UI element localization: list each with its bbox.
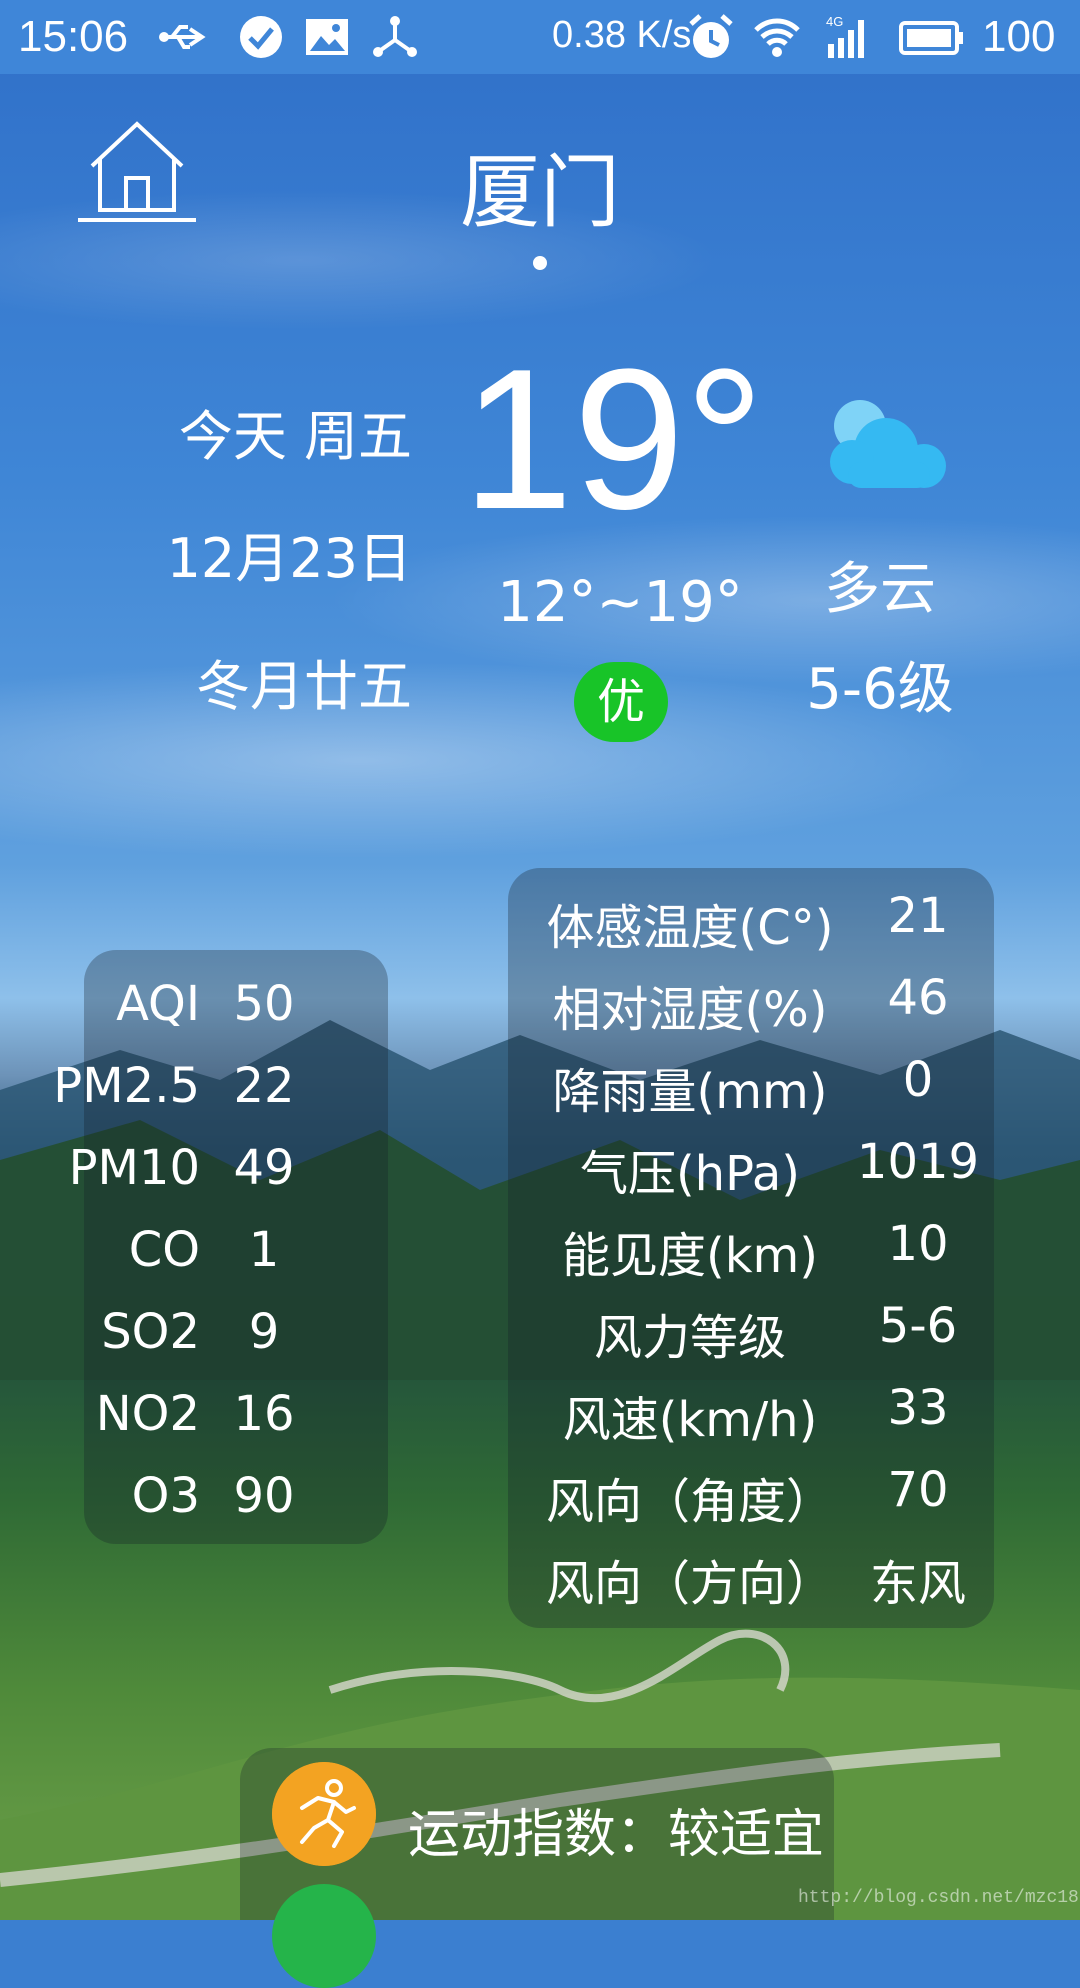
pm10-label: PM10 bbox=[68, 1140, 200, 1196]
no2-label: NO2 bbox=[95, 1386, 200, 1442]
o3-value: 90 bbox=[233, 1468, 295, 1524]
wind-angle-label: 风向（角度） bbox=[545, 1474, 834, 1530]
status-time: 15:06 bbox=[18, 12, 129, 61]
aqi-label: AQI bbox=[116, 976, 200, 1032]
aqi-value: 50 bbox=[233, 976, 295, 1032]
weather-condition: 多云 bbox=[824, 557, 936, 622]
page-indicator-dot bbox=[533, 256, 547, 270]
co-value: 1 bbox=[248, 1222, 280, 1278]
city-name[interactable]: 厦门 bbox=[400, 128, 680, 244]
network-type-label: 4G bbox=[826, 14, 843, 29]
visibility-value: 10 bbox=[887, 1216, 949, 1272]
pressure-value: 1019 bbox=[856, 1134, 980, 1190]
battery-icon bbox=[899, 21, 963, 55]
wind-level: 5-6级 bbox=[806, 657, 954, 722]
network-speed: 0.38 K/s bbox=[552, 14, 692, 56]
air-quality-badge: 优 bbox=[574, 662, 668, 742]
feels-like-value: 21 bbox=[887, 888, 949, 944]
sport-index-text[interactable]: 运动指数：较适宜 bbox=[408, 1792, 824, 1867]
current-temperature: 19° bbox=[462, 328, 765, 551]
alarm-clock-icon bbox=[689, 14, 733, 58]
life-index-icon bbox=[272, 1884, 376, 1988]
so2-value: 9 bbox=[248, 1304, 280, 1360]
feels-like-label: 体感温度(C°) bbox=[546, 900, 834, 956]
home-icon[interactable] bbox=[78, 120, 196, 224]
wind-force-label: 风力等级 bbox=[593, 1310, 786, 1366]
pm25-label: PM2.5 bbox=[53, 1058, 200, 1114]
usb-icon bbox=[159, 25, 206, 49]
wind-direction-value: 东风 bbox=[869, 1556, 966, 1612]
pm25-value: 22 bbox=[233, 1058, 295, 1114]
cloud-icon bbox=[830, 400, 946, 488]
wind-speed-label: 风速(km/h) bbox=[562, 1392, 818, 1448]
rainfall-value: 0 bbox=[902, 1052, 934, 1108]
lunar-date: 冬月廿五 bbox=[196, 655, 412, 718]
running-person-icon bbox=[272, 1762, 376, 1866]
wifi-icon bbox=[754, 18, 800, 57]
share-hub-icon bbox=[373, 16, 417, 57]
date-label: 12月23日 bbox=[166, 527, 412, 590]
battery-percent: 100 bbox=[982, 12, 1056, 61]
wind-speed-value: 33 bbox=[887, 1380, 949, 1436]
pressure-label: 气压(hPa) bbox=[579, 1146, 801, 1202]
today-weekday: 今天 周五 bbox=[178, 405, 412, 468]
check-circle-icon bbox=[240, 16, 282, 58]
humidity-value: 46 bbox=[887, 970, 949, 1026]
status-bar: 15:06 0.38 K/s 4G 100 bbox=[0, 0, 1080, 74]
so2-label: SO2 bbox=[101, 1304, 200, 1360]
rainfall-label: 降雨量(mm) bbox=[552, 1064, 828, 1120]
pm10-value: 49 bbox=[233, 1140, 295, 1196]
wind-direction-label: 风向（方向） bbox=[545, 1556, 834, 1612]
o3-label: O3 bbox=[131, 1468, 200, 1524]
visibility-label: 能见度(km) bbox=[561, 1228, 818, 1284]
humidity-label: 相对湿度(%) bbox=[552, 982, 828, 1038]
no2-value: 16 bbox=[233, 1386, 295, 1442]
wind-force-value: 5-6 bbox=[878, 1298, 958, 1354]
cell-signal-4g-icon: 4G bbox=[826, 14, 864, 58]
temperature-range: 12°~19° bbox=[497, 570, 743, 635]
image-icon bbox=[306, 19, 348, 55]
watermark: http://blog.csdn.net/mzc186 bbox=[798, 1888, 1080, 1908]
wind-angle-value: 70 bbox=[887, 1462, 949, 1518]
co-label: CO bbox=[128, 1222, 200, 1278]
